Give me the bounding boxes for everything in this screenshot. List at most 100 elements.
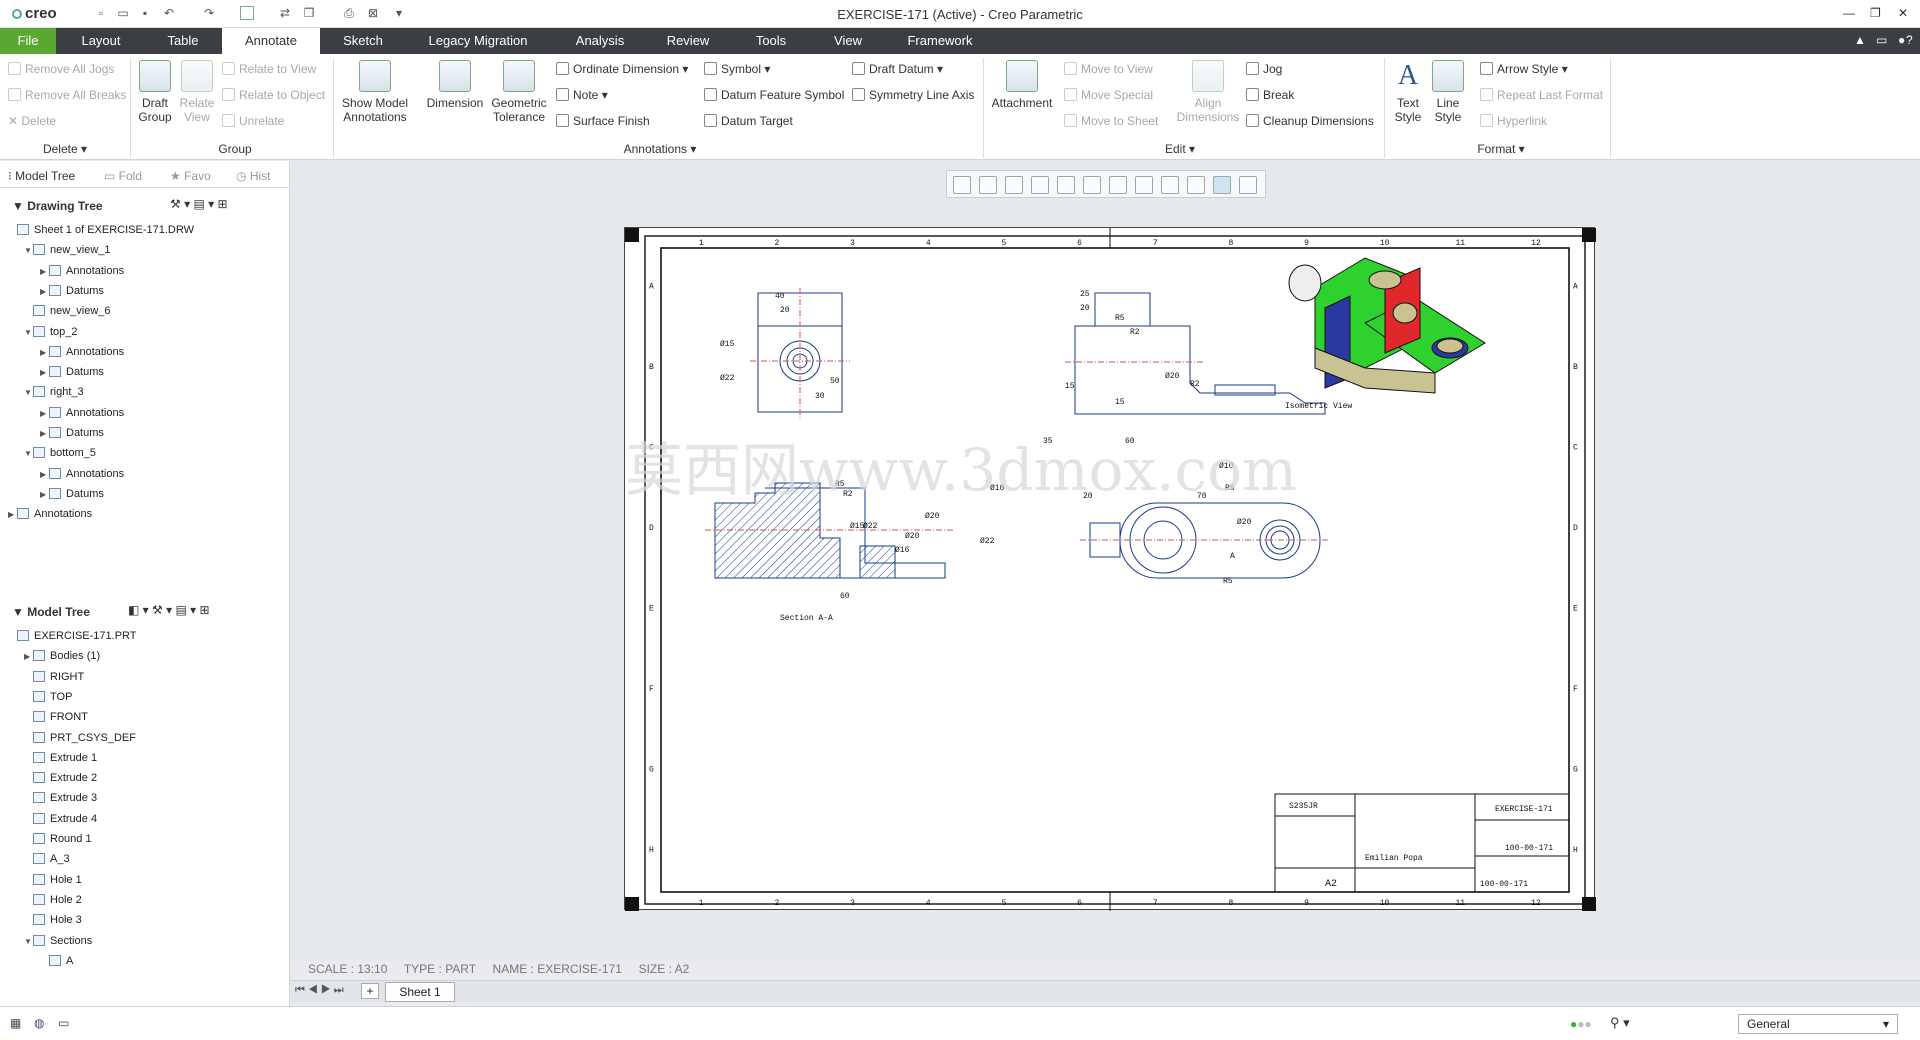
tree-item[interactable]: ▶ Annotations: [40, 467, 124, 482]
zoom-in-icon[interactable]: [979, 176, 997, 194]
dimension-label[interactable]: Ø20: [1165, 372, 1180, 381]
expand-toggle-icon[interactable]: ▼: [24, 244, 33, 258]
drawing-sheet[interactable]: 1 1 2 2 3 3 4 4 5 5 6 6 7 7 8 8 9 9 10 10 11 11 12 12 A A B B C C D D E E…: [624, 227, 1596, 911]
zoom-out-icon[interactable]: [1005, 176, 1023, 194]
group-label-annotations[interactable]: Annotations ▾: [610, 142, 710, 156]
delete-button[interactable]: ✕ Delete: [8, 114, 56, 128]
tree-item[interactable]: Hole 2: [24, 893, 82, 907]
symbol-button[interactable]: Symbol ▾: [704, 62, 770, 76]
geometric-tolerance-button[interactable]: Geometric Tolerance: [489, 60, 549, 124]
symmetry-line-axis-button[interactable]: Symmetry Line Axis: [852, 88, 974, 102]
dimension-label[interactable]: Ø15: [720, 340, 735, 349]
view-manager-icon[interactable]: [1109, 176, 1127, 194]
minimize-icon[interactable]: —: [1843, 6, 1855, 20]
dimension-label[interactable]: 20: [780, 306, 790, 315]
tree-item[interactable]: ▼ bottom_5: [24, 446, 96, 461]
regenerate-icon[interactable]: ⇄: [278, 6, 292, 20]
tab-analysis[interactable]: Analysis: [566, 28, 634, 54]
tree-settings-icon[interactable]: ⚒ ▾ ▤ ▾ ⊞: [170, 197, 228, 211]
move-to-sheet-button[interactable]: Move to Sheet: [1064, 114, 1158, 128]
tab-annotate[interactable]: Annotate: [222, 28, 320, 54]
expand-toggle-icon[interactable]: ▶: [40, 427, 49, 441]
tree-item[interactable]: Hole 1: [24, 873, 82, 887]
tab-model-tree[interactable]: ⁝ Model Tree: [8, 169, 75, 183]
tree-item[interactable]: Extrude 1: [24, 751, 97, 765]
save-icon[interactable]: ▪: [138, 6, 152, 20]
ribbon-options-icon[interactable]: ▭: [1876, 33, 1887, 47]
tree-item[interactable]: ▶ Annotations: [8, 507, 92, 522]
tree-item[interactable]: ▶ Bodies (1): [24, 649, 100, 664]
group-label-format[interactable]: Format ▾: [1466, 142, 1536, 156]
expand-toggle-icon[interactable]: ▼: [24, 386, 33, 400]
align-dimensions-button[interactable]: Align Dimensions: [1172, 60, 1244, 124]
browser-toggle-icon[interactable]: ◍: [34, 1016, 44, 1030]
fullscreen-icon[interactable]: ▭: [58, 1016, 69, 1030]
dimension-label[interactable]: Ø20: [1237, 518, 1252, 527]
tree-item[interactable]: ▼ new_view_1: [24, 243, 111, 258]
draft-datum-button[interactable]: Draft Datum ▾: [852, 62, 943, 76]
drawing-tree-header[interactable]: ▼ Drawing Tree: [12, 199, 103, 213]
windows-icon[interactable]: ❐: [302, 6, 316, 20]
unrelate-button[interactable]: Unrelate: [222, 114, 284, 128]
undo-icon[interactable]: ↶: [162, 6, 176, 20]
remove-all-breaks-button[interactable]: Remove All Breaks: [8, 88, 126, 102]
dimension-label[interactable]: 20: [1080, 304, 1090, 313]
tree-item[interactable]: ▶ Datums: [40, 284, 104, 299]
tab-review[interactable]: Review: [654, 28, 722, 54]
relate-to-object-button[interactable]: Relate to Object: [222, 88, 325, 102]
close-window-icon[interactable]: ⊠: [366, 6, 380, 20]
tree-item[interactable]: Extrude 3: [24, 791, 97, 805]
tab-file[interactable]: File: [0, 28, 56, 54]
expand-toggle-icon[interactable]: ▶: [40, 265, 49, 279]
tab-layout[interactable]: Layout: [70, 28, 132, 54]
dimension-label[interactable]: Ø20: [905, 532, 920, 541]
find-icon[interactable]: ⚲ ▾: [1610, 1015, 1630, 1031]
expand-toggle-icon[interactable]: ▶: [40, 285, 49, 299]
tree-item[interactable]: ▶ Annotations: [40, 406, 124, 421]
arrow-style-button[interactable]: Arrow Style ▾: [1480, 62, 1568, 76]
refit-icon[interactable]: [953, 176, 971, 194]
tree-item[interactable]: FRONT: [24, 710, 88, 724]
selection-filter[interactable]: General ▾: [1738, 1014, 1898, 1034]
tree-item[interactable]: PRT_CSYS_DEF: [24, 731, 136, 745]
open-file-icon[interactable]: ▭: [116, 6, 130, 20]
tree-item[interactable]: new_view_6: [24, 304, 111, 318]
dimension-label[interactable]: 15: [1065, 382, 1075, 391]
plane-display-icon[interactable]: [1161, 176, 1179, 194]
text-style-button[interactable]: A Text Style: [1388, 60, 1428, 124]
dimension-label[interactable]: 25: [1080, 290, 1090, 299]
close-icon[interactable]: ✕: [1898, 6, 1908, 20]
dimension-label[interactable]: 50: [830, 377, 840, 386]
cleanup-dimensions-button[interactable]: Cleanup Dimensions: [1246, 114, 1374, 128]
sheet-navigation-icon[interactable]: ⏮ ◀ ▶ ⏭: [295, 984, 344, 997]
tree-item[interactable]: ▶ Datums: [40, 365, 104, 380]
expand-toggle-icon[interactable]: ▶: [40, 366, 49, 380]
spin-center-icon[interactable]: [1239, 176, 1257, 194]
expand-toggle-icon[interactable]: ▶: [40, 488, 49, 502]
move-special-button[interactable]: Move Special: [1064, 88, 1153, 102]
tree-item[interactable]: Sheet 1 of EXERCISE-171.DRW: [8, 223, 194, 237]
add-sheet-icon[interactable]: +: [361, 983, 379, 999]
expand-toggle-icon[interactable]: ▶: [40, 468, 49, 482]
annotation-display-icon[interactable]: [1187, 176, 1205, 194]
tree-item[interactable]: ▶ Annotations: [40, 264, 124, 279]
surface-finish-button[interactable]: Surface Finish: [556, 114, 650, 128]
ordinate-dimension-button[interactable]: Ordinate Dimension ▾: [556, 62, 688, 76]
dimension-label[interactable]: Ø16: [895, 546, 910, 555]
tab-table[interactable]: Table: [152, 28, 214, 54]
new-file-icon[interactable]: ▫: [94, 6, 108, 20]
tree-item[interactable]: Extrude 4: [24, 812, 97, 826]
datum-display-icon[interactable]: [1135, 176, 1153, 194]
tree-item[interactable]: Round 1: [24, 832, 92, 846]
group-label-delete[interactable]: Delete ▾: [30, 142, 100, 156]
dimension-label[interactable]: Ø22: [980, 537, 995, 546]
expand-toggle-icon[interactable]: ▶: [8, 508, 17, 522]
tree-item[interactable]: A: [40, 954, 73, 968]
dimension-label[interactable]: 40: [775, 292, 785, 301]
dimension-label[interactable]: 30: [815, 392, 825, 401]
tree-item[interactable]: ▼ right_3: [24, 385, 84, 400]
dimension-label[interactable]: R5: [1223, 577, 1233, 586]
expand-toggle-icon[interactable]: ▼: [24, 326, 33, 340]
navigator-toggle-icon[interactable]: ▦: [10, 1016, 21, 1030]
tab-legacy-migration[interactable]: Legacy Migration: [416, 28, 540, 54]
